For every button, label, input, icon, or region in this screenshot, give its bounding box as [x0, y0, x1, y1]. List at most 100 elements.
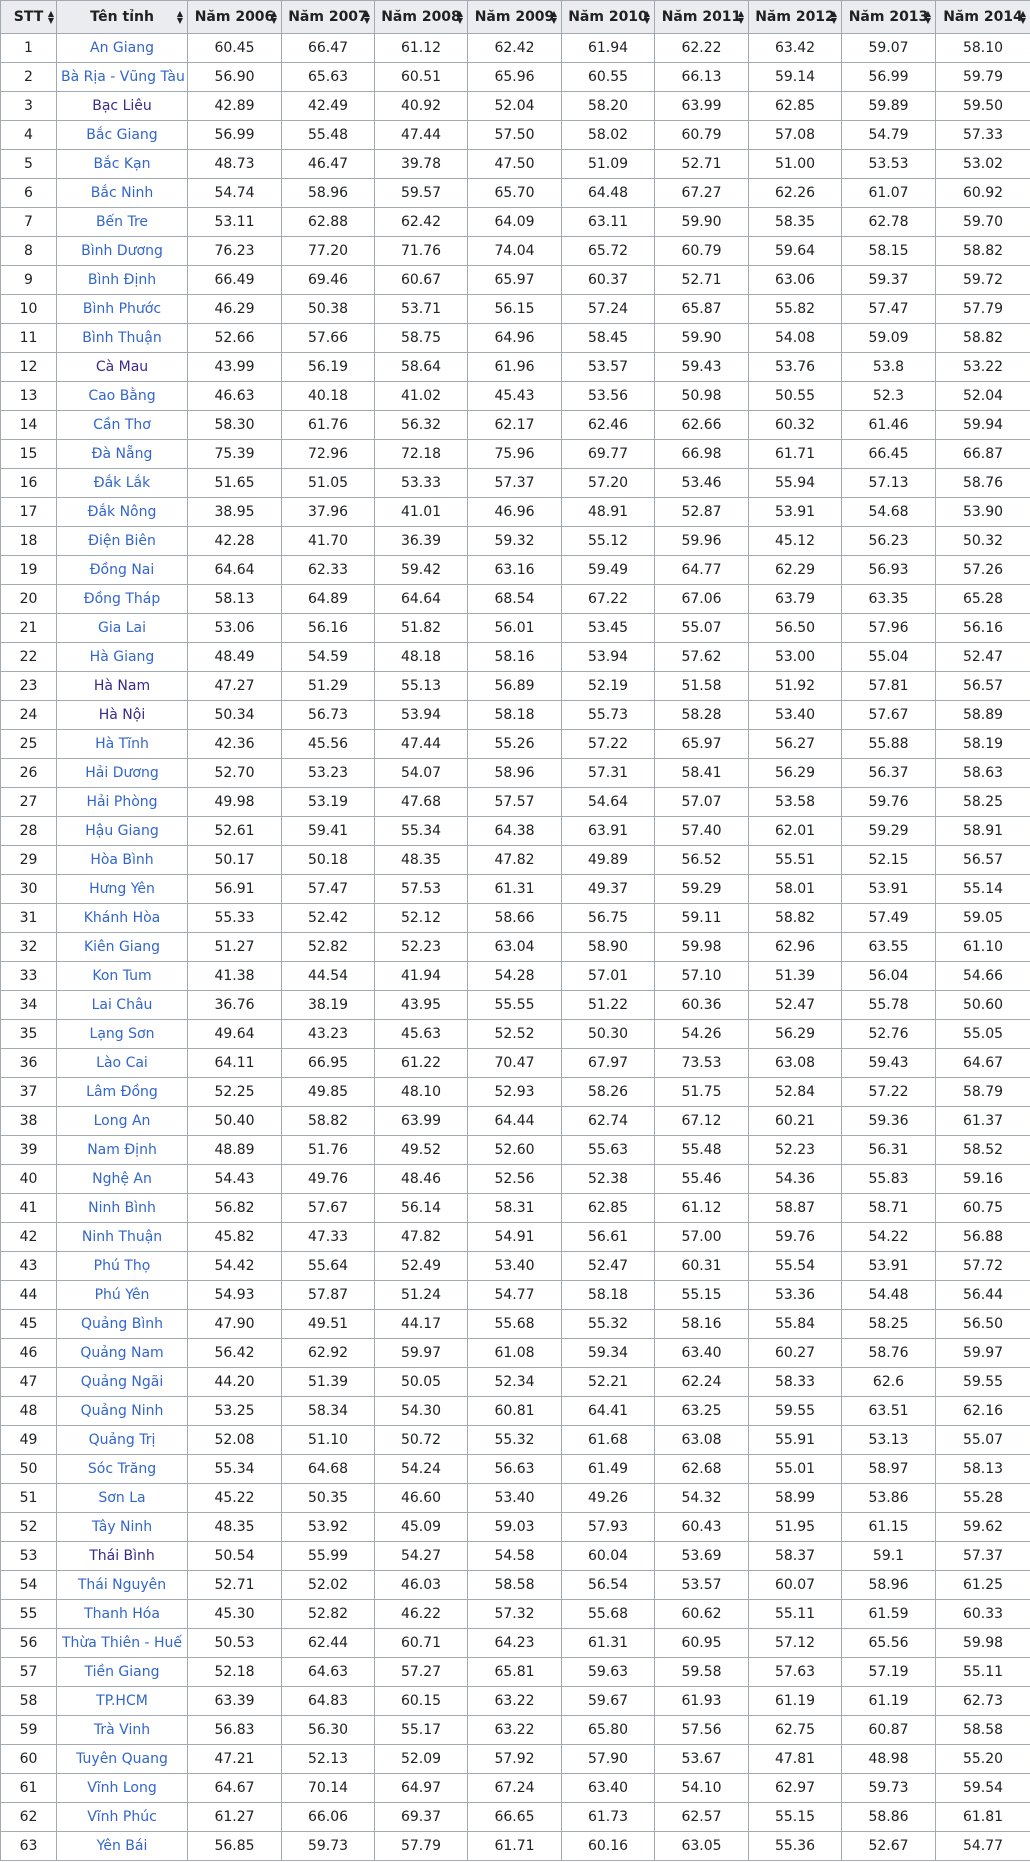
score-cell: 49.37 [561, 874, 655, 904]
score-cell: 55.51 [748, 845, 842, 875]
column-header-1[interactable]: Tên tỉnh ▲ ▼ [56, 0, 188, 34]
province-link[interactable]: Long An [94, 1113, 151, 1129]
column-header-10[interactable]: Năm 2014 ▲ ▼ [935, 0, 1030, 34]
sort-updown-icon[interactable]: ▲ ▼ [364, 10, 370, 25]
province-link[interactable]: Phú Thọ [94, 1258, 151, 1274]
province-link[interactable]: Kon Tum [92, 968, 151, 984]
province-link[interactable]: Sóc Trăng [88, 1461, 156, 1477]
province-link[interactable]: Tây Ninh [92, 1519, 152, 1535]
province-link[interactable]: Đồng Tháp [84, 591, 161, 607]
table-container: STT ▲ ▼ Tên tỉnh ▲ ▼ Năm 2006 ▲ ▼ Năm 2007 ▲ ▼ Năm 2… [0, 0, 1030, 1861]
province-link[interactable]: Quảng Ngãi [81, 1374, 164, 1390]
score-cell: 57.19 [841, 1657, 936, 1687]
province-link[interactable]: Lào Cai [96, 1055, 148, 1071]
province-link[interactable]: Gia Lai [98, 620, 146, 636]
province-link[interactable]: Quảng Ninh [81, 1403, 164, 1419]
province-link[interactable]: Thanh Hóa [84, 1606, 160, 1622]
province-link[interactable]: Tiền Giang [84, 1664, 159, 1680]
province-link[interactable]: Kiên Giang [84, 939, 160, 955]
province-link[interactable]: Nam Định [87, 1142, 157, 1158]
province-link[interactable]: Hà Nam [94, 678, 150, 694]
score-cell: 54.36 [748, 1164, 842, 1194]
province-link[interactable]: Thừa Thiên - Huế [62, 1635, 182, 1651]
score-cell: 49.51 [281, 1309, 375, 1339]
province-link[interactable]: Nghệ An [92, 1171, 152, 1187]
province-link[interactable]: Bắc Ninh [91, 185, 153, 201]
sort-updown-icon[interactable]: ▲ ▼ [551, 10, 557, 25]
sort-updown-icon[interactable]: ▲ ▼ [177, 10, 183, 25]
province-link[interactable]: Bạc Liêu [92, 98, 152, 114]
province-link[interactable]: Đà Nẵng [92, 446, 153, 462]
column-header-3[interactable]: Năm 2007 ▲ ▼ [281, 0, 375, 34]
score-cell: 57.62 [654, 642, 749, 672]
province-link[interactable]: Đắk Lắk [94, 475, 150, 491]
province-link[interactable]: Bà Rịa - Vũng Tàu [61, 69, 185, 85]
province-link[interactable]: Cao Bằng [88, 388, 155, 404]
province-link[interactable]: Vĩnh Long [87, 1780, 157, 1796]
province-link[interactable]: Hà Giang [90, 649, 155, 665]
score-cell: 59.98 [654, 932, 749, 962]
province-link[interactable]: Khánh Hòa [84, 910, 161, 926]
sort-updown-icon[interactable]: ▲ ▼ [48, 10, 54, 25]
province-link[interactable]: Quảng Trị [89, 1432, 156, 1448]
province-link[interactable]: Bắc Giang [86, 127, 157, 143]
province-link[interactable]: Đắk Nông [88, 504, 157, 520]
column-header-5[interactable]: Năm 2009 ▲ ▼ [467, 0, 562, 34]
province-link[interactable]: Bến Tre [96, 214, 148, 230]
sort-updown-icon[interactable]: ▲ ▼ [1020, 10, 1026, 25]
province-link[interactable]: Bắc Kạn [94, 156, 151, 172]
province-link[interactable]: Hưng Yên [89, 881, 155, 897]
province-link[interactable]: Hòa Bình [90, 852, 153, 868]
province-link[interactable]: Ninh Bình [88, 1200, 156, 1216]
sort-updown-icon[interactable]: ▲ ▼ [271, 10, 277, 25]
score-cell: 61.71 [748, 439, 842, 469]
column-header-0[interactable]: STT ▲ ▼ [0, 0, 57, 34]
province-link[interactable]: Hậu Giang [85, 823, 159, 839]
column-header-2[interactable]: Năm 2006 ▲ ▼ [187, 0, 282, 34]
score-cell: 53.33 [374, 468, 468, 498]
province-link[interactable]: Thái Nguyên [78, 1577, 166, 1593]
province-link[interactable]: Bình Dương [81, 243, 163, 259]
score-cell: 60.67 [374, 265, 468, 295]
province-link[interactable]: Hải Dương [85, 765, 158, 781]
province-link[interactable]: Vĩnh Phúc [87, 1809, 157, 1825]
province-link[interactable]: TP.HCM [96, 1693, 148, 1709]
province-link[interactable]: Bình Thuận [82, 330, 161, 346]
province-link[interactable]: Lạng Sơn [90, 1026, 155, 1042]
province-link[interactable]: Quảng Bình [81, 1316, 163, 1332]
sort-updown-icon[interactable]: ▲ ▼ [831, 10, 837, 25]
sort-updown-icon[interactable]: ▲ ▼ [925, 10, 931, 25]
column-header-6[interactable]: Năm 2010 ▲ ▼ [561, 0, 655, 34]
province-link[interactable]: Tuyên Quang [76, 1751, 168, 1767]
province-link[interactable]: Bình Định [88, 272, 156, 288]
province-link[interactable]: Cần Thơ [93, 417, 151, 433]
column-header-4[interactable]: Năm 2008 ▲ ▼ [374, 0, 468, 34]
column-header-9[interactable]: Năm 2013 ▲ ▼ [841, 0, 936, 34]
province-link[interactable]: Trà Vinh [94, 1722, 150, 1738]
column-header-7[interactable]: Năm 2011 ▲ ▼ [654, 0, 749, 34]
column-header-8[interactable]: Năm 2012 ▲ ▼ [748, 0, 842, 34]
sort-updown-icon[interactable]: ▲ ▼ [457, 10, 463, 25]
province-link[interactable]: Thái Bình [89, 1548, 155, 1564]
province-link[interactable]: Hải Phòng [86, 794, 157, 810]
sort-updown-icon[interactable]: ▲ ▼ [644, 10, 650, 25]
province-link[interactable]: Đồng Nai [90, 562, 155, 578]
province-link[interactable]: Phú Yên [95, 1287, 150, 1303]
sort-updown-icon[interactable]: ▲ ▼ [738, 10, 744, 25]
province-link[interactable]: Cà Mau [96, 359, 148, 375]
province-link[interactable]: Bình Phước [83, 301, 161, 317]
score-cell: 62.29 [748, 555, 842, 585]
province-link[interactable]: Hà Nội [99, 707, 145, 723]
score-cell: 57.93 [561, 1512, 655, 1542]
province-link[interactable]: Ninh Thuận [82, 1229, 162, 1245]
province-link[interactable]: Hà Tĩnh [95, 736, 149, 752]
province-link[interactable]: Điện Biên [88, 533, 156, 549]
province-link[interactable]: An Giang [90, 40, 154, 56]
province-link[interactable]: Yên Bái [97, 1838, 148, 1854]
score-cell: 59.70 [935, 207, 1030, 237]
province-link[interactable]: Quảng Nam [80, 1345, 163, 1361]
province-link[interactable]: Sơn La [98, 1490, 145, 1506]
province-link[interactable]: Lai Châu [92, 997, 153, 1013]
score-cell: 63.42 [748, 33, 842, 63]
province-link[interactable]: Lâm Đồng [86, 1084, 158, 1100]
